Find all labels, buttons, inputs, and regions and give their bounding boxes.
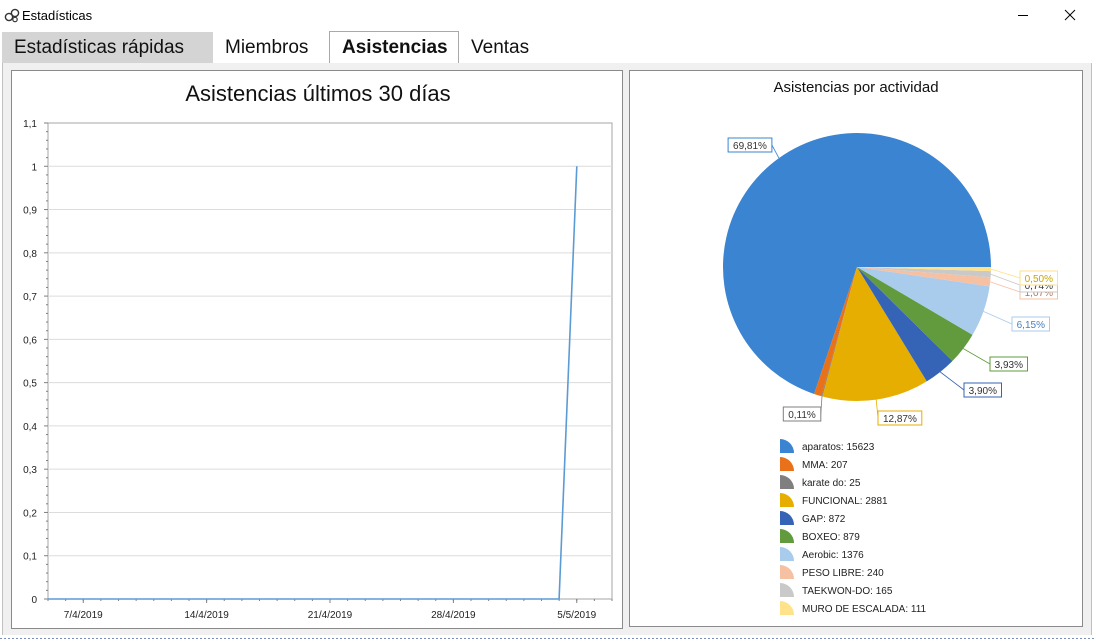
pie-label-text: 12,87% xyxy=(883,414,917,425)
y-tick-label: 0,7 xyxy=(23,292,37,303)
pie-label-leader xyxy=(940,371,965,391)
y-tick-label: 0,8 xyxy=(23,249,37,260)
legend-swatch-3 xyxy=(780,493,794,507)
x-tick-label: 21/4/2019 xyxy=(308,610,353,621)
pie-chart: Asistencias por actividad 69,81% 0,11% 12,… xyxy=(723,79,1058,615)
y-tick-label: 0,9 xyxy=(23,206,37,217)
legend-swatch-0 xyxy=(780,439,794,453)
tab-strip: Estadísticas rápidas Miembros Asistencia… xyxy=(0,30,1096,63)
pie-label-text: 69,81% xyxy=(733,141,767,152)
y-tick-label: 0,1 xyxy=(23,552,37,563)
legend-label-4: GAP: 872 xyxy=(802,514,846,525)
x-tick-label: 5/5/2019 xyxy=(557,610,596,621)
pie-label-leader xyxy=(990,268,1021,279)
plot-area-frame xyxy=(47,122,613,600)
close-icon xyxy=(1064,9,1076,21)
legend-label-0: aparatos: 15623 xyxy=(802,442,875,453)
x-tick-label: 28/4/2019 xyxy=(431,610,476,621)
legend-label-1: MMA: 207 xyxy=(802,460,848,471)
legend-swatch-8 xyxy=(780,583,794,597)
legend-swatch-1 xyxy=(780,457,794,471)
y-tick-label: 0,5 xyxy=(23,379,37,390)
legend-label-2: karate do: 25 xyxy=(802,478,861,489)
legend-label-7: PESO LIBRE: 240 xyxy=(802,568,884,579)
pie-label-text: 3,90% xyxy=(969,386,997,397)
window-bottom-edge xyxy=(0,636,1096,643)
window-title: Estadísticas xyxy=(22,8,93,23)
y-tick-label: 1,1 xyxy=(23,119,37,130)
line-chart-title: Asistencias últimos 30 días xyxy=(185,81,450,106)
legend-swatch-4 xyxy=(780,511,794,525)
legend-label-8: TAEKWON-DO: 165 xyxy=(802,586,893,597)
line-chart: Asistencias últimos 30 días 0 0,1 0,2 0,3 0,… xyxy=(23,81,613,621)
stats-gears-icon xyxy=(4,8,20,23)
y-tick-label: 0,6 xyxy=(23,335,37,346)
pie-chart-title: Asistencias por actividad xyxy=(773,79,938,96)
legend-label-9: MURO DE ESCALADA: 111 xyxy=(802,604,927,615)
minimize-icon xyxy=(1018,15,1028,16)
pie-label-text: 0,11% xyxy=(788,410,816,421)
x-tick-label: 14/4/2019 xyxy=(184,610,229,621)
tab-estadisticas-rapidas[interactable]: Estadísticas rápidas xyxy=(2,32,213,63)
y-tick-label: 0,3 xyxy=(23,465,37,476)
y-tick-label: 1 xyxy=(31,162,37,173)
tab-asistencias[interactable]: Asistencias xyxy=(329,31,459,63)
close-button[interactable] xyxy=(1053,3,1087,27)
tab-ventas[interactable]: Ventas xyxy=(459,32,549,63)
legend-label-5: BOXEO: 879 xyxy=(802,532,860,543)
window-titlebar: Estadísticas xyxy=(0,0,1096,30)
legend-label-6: Aerobic: 1376 xyxy=(802,550,864,561)
legend-swatch-5 xyxy=(780,529,794,543)
line-chart-panel: Asistencias últimos 30 días 0 0,1 0,2 0,3 0,… xyxy=(11,70,623,629)
legend-swatch-6 xyxy=(780,547,794,561)
x-tick-label: 7/4/2019 xyxy=(64,610,103,621)
pie-label-text: 6,15% xyxy=(1017,320,1045,331)
legend-swatch-7 xyxy=(780,565,794,579)
legend-swatch-2 xyxy=(780,475,794,489)
pie-label-leader xyxy=(771,144,780,159)
legend-swatch-9 xyxy=(780,601,794,615)
pie-chart-panel: Asistencias por actividad 69,81% 0,11% 12,… xyxy=(629,70,1083,627)
pie-label-text: 0,50% xyxy=(1025,274,1053,285)
y-tick-label: 0 xyxy=(31,595,37,606)
pie-label-leader xyxy=(983,311,1013,325)
pie-label-leader xyxy=(963,348,991,365)
y-tick-label: 0,4 xyxy=(23,422,37,433)
y-tick-label: 0,2 xyxy=(23,508,37,519)
minimize-button[interactable] xyxy=(1006,3,1040,27)
pie-label-text: 3,93% xyxy=(995,360,1023,371)
legend-label-3: FUNCIONAL: 2881 xyxy=(802,496,888,507)
tab-miembros[interactable]: Miembros xyxy=(213,32,329,63)
